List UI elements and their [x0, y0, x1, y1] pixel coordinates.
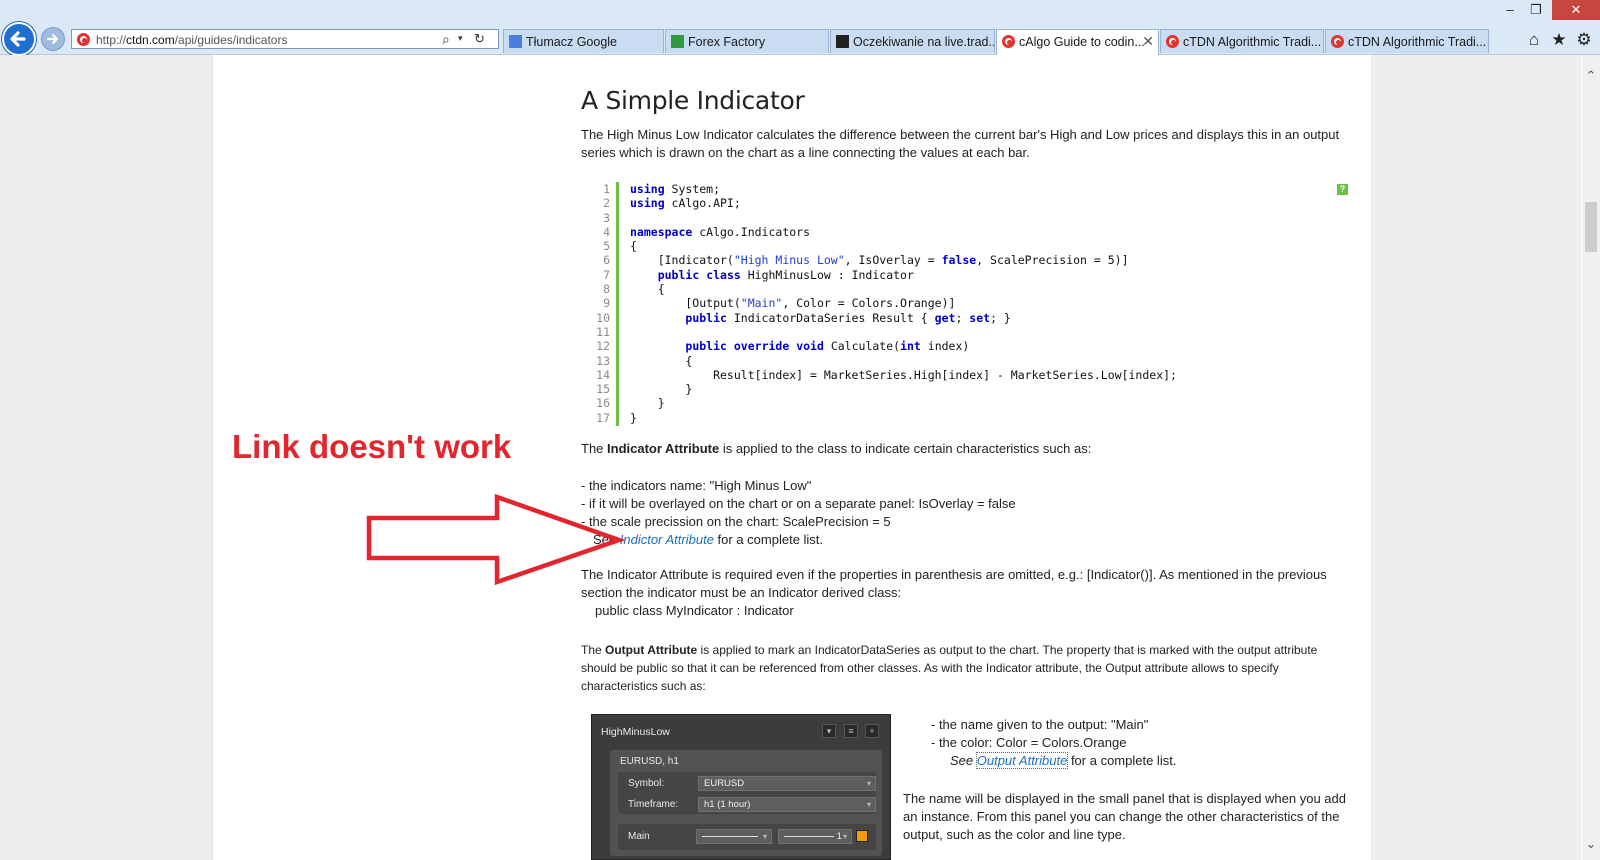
forex-factory-icon	[671, 35, 684, 48]
class-line: public class MyIndicator : Indicator	[595, 603, 794, 618]
indicator-panel-screenshot: HighMinusLow ▾ ≡ + EURUSD, h1 Symbol: EU…	[591, 714, 891, 860]
panel-output-box: Main 1	[618, 824, 876, 850]
indicator-bullet-2: - if it will be overlayed on the chart o…	[581, 496, 1016, 511]
panel-subtitle: EURUSD, h1	[620, 756, 679, 767]
page-margin-right	[1371, 55, 1581, 860]
code-gutter-bar	[616, 182, 619, 426]
forward-arrow-icon	[46, 33, 59, 45]
site-favicon-icon	[77, 33, 90, 46]
symbol-field: EURUSD	[698, 776, 876, 791]
scroll-thumb[interactable]	[1585, 202, 1597, 252]
indicator-bullet-3: - the scale precission on the chart: Sca…	[581, 514, 891, 529]
output-bullet-2: - the color: Color = Colors.Orange	[931, 735, 1127, 750]
main-output-label: Main	[628, 831, 650, 842]
tab-ctdn-2[interactable]: cTDN Algorithmic Tradi...	[1325, 29, 1489, 53]
scroll-up-icon[interactable]: ⌃	[1584, 69, 1598, 83]
text-span: The	[581, 643, 606, 657]
color-swatch	[856, 830, 868, 842]
tab-ctdn-1[interactable]: cTDN Algorithmic Tradi...	[1160, 29, 1324, 53]
restore-icon[interactable]: ❐	[1523, 0, 1549, 20]
tab-google-translate[interactable]: Tłumacz Google	[503, 29, 664, 53]
search-icon[interactable]: ⌕	[442, 31, 450, 48]
intro-paragraph: The High Minus Low Indicator calculates …	[581, 127, 1340, 160]
forward-button[interactable]	[41, 27, 65, 51]
live-trading-icon	[836, 35, 849, 48]
address-bar[interactable]: http://ctdn.com/api/guides/indicators ⌕ …	[71, 29, 499, 49]
panel-dropdown-icon: ▾	[822, 724, 836, 738]
tab-label: cTDN Algorithmic Tradi...	[1348, 35, 1487, 49]
tab-forex-factory[interactable]: Forex Factory	[665, 29, 829, 53]
scroll-down-icon[interactable]: ⌄	[1584, 837, 1598, 851]
line-style-field	[696, 829, 772, 844]
browser-chrome: http://ctdn.com/api/guides/indicators ⌕ …	[0, 0, 1600, 56]
gear-icon[interactable]: ⚙	[1574, 30, 1594, 50]
panel-add-icon: +	[865, 724, 879, 738]
output-attribute-bold: Output Attribute	[605, 643, 698, 657]
indicator-attribute-paragraph: The Indicator Attribute is applied to th…	[581, 440, 1351, 458]
tab-live-trading[interactable]: Oczekiwanie na live.trad...	[830, 29, 995, 53]
output-bullet-1: - the name given to the output: "Main"	[931, 717, 1149, 732]
refresh-icon[interactable]: ↻	[474, 31, 485, 47]
line-thickness-field: 1	[778, 829, 852, 844]
code-block: 1 2 3 4 5 6 7 8 9 10 11 12 13 14 15 16 1…	[590, 182, 1350, 430]
indicator-attribute-link[interactable]: Indictor Attribute	[620, 532, 714, 547]
required-paragraph: The Indicator Attribute is required even…	[581, 567, 1327, 600]
close-window-icon[interactable]: ✕	[1552, 0, 1600, 20]
panel-title: HighMinusLow	[601, 726, 670, 738]
back-button[interactable]	[2, 22, 36, 56]
google-translate-icon	[509, 35, 522, 48]
text-span: See	[950, 753, 977, 768]
url-text: http://ctdn.com/api/guides/indicators	[96, 33, 288, 47]
help-icon[interactable]: ?	[1337, 184, 1348, 195]
back-arrow-icon	[10, 31, 26, 47]
text-span: for a complete list.	[1067, 753, 1177, 768]
thickness-value: 1	[836, 831, 842, 842]
minimize-icon[interactable]: –	[1497, 0, 1523, 20]
output-see-line: See Output Attribute for a complete list…	[950, 752, 1176, 770]
text-span: The	[581, 441, 608, 456]
timeframe-field: h1 (1 hour)	[698, 797, 876, 812]
favorites-star-icon[interactable]: ★	[1549, 30, 1569, 50]
indicator-attribute-bold: Indicator Attribute	[607, 441, 720, 456]
panel-params-box: Symbol: EURUSD Timeframe: h1 (1 hour)	[618, 772, 876, 814]
code-line-numbers: 1 2 3 4 5 6 7 8 9 10 11 12 13 14 15 16 1…	[596, 182, 610, 425]
tab-label: Oczekiwanie na live.trad...	[853, 35, 995, 49]
dropdown-arrow-icon[interactable]: ▾	[458, 33, 463, 44]
ctdn-icon	[1002, 35, 1015, 48]
panel-inner: EURUSD, h1 Symbol: EURUSD Timeframe: h1 …	[610, 750, 882, 856]
page-title: A Simple Indicator	[581, 86, 805, 115]
indicator-bullet-1: - the indicators name: "High Minus Low"	[581, 478, 812, 493]
annotation-arrow-icon	[366, 494, 626, 586]
close-tab-icon[interactable]: ✕	[1142, 33, 1154, 50]
tab-label: Forex Factory	[688, 35, 766, 49]
indicator-see-line: See Indictor Attribute for a complete li…	[593, 531, 823, 549]
tab-label: cAlgo Guide to codin...	[1019, 35, 1145, 49]
panel-levels-icon: ≡	[844, 724, 858, 738]
text-span: is applied to the class to indicate cert…	[719, 441, 1092, 456]
text-span: for a complete list.	[713, 532, 824, 547]
vertical-scrollbar[interactable]: ⌃ ⌄	[1582, 55, 1600, 860]
ctdn-icon	[1166, 35, 1179, 48]
page-margin-left	[0, 55, 212, 860]
tab-label: Tłumacz Google	[526, 35, 618, 49]
tab-calgo-guide[interactable]: cAlgo Guide to codin... ✕	[996, 29, 1159, 55]
symbol-label: Symbol:	[628, 778, 665, 789]
ctdn-icon	[1331, 35, 1344, 48]
annotation-text: Link doesn't work	[232, 428, 512, 465]
code-source: using System; using cAlgo.API; namespace…	[630, 182, 1177, 425]
home-icon[interactable]: ⌂	[1524, 30, 1544, 50]
output-attribute-link[interactable]: Output Attribute	[975, 752, 1069, 769]
tab-label: cTDN Algorithmic Tradi...	[1183, 35, 1322, 49]
timeframe-label: Timeframe:	[628, 799, 679, 810]
panel-description-paragraph: The name will be displayed in the small …	[903, 791, 1346, 842]
output-attribute-paragraph: The Output Attribute is applied to mark …	[581, 641, 1351, 695]
